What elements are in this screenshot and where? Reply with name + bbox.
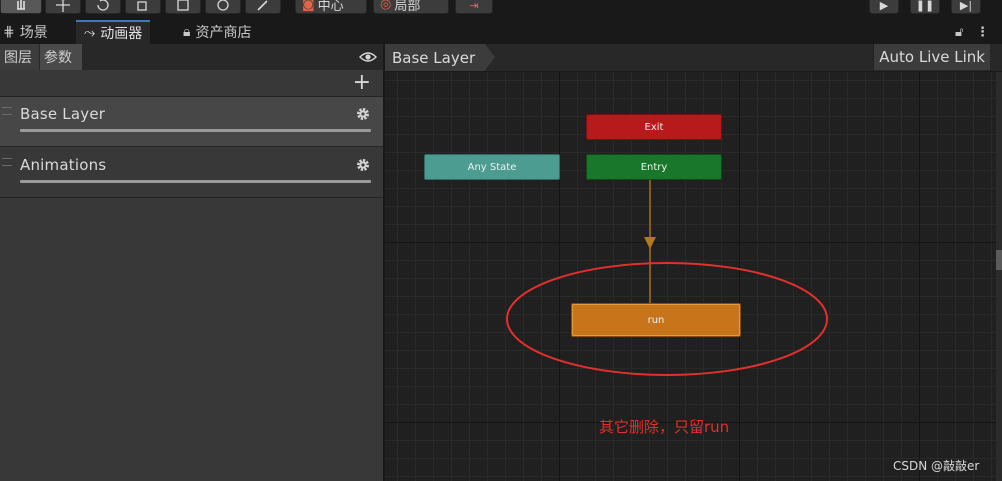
pivot-center-label: 中心	[317, 0, 344, 14]
add-layer-row: +	[0, 70, 383, 97]
layer-name: Animations	[20, 156, 107, 174]
eye-icon[interactable]	[359, 49, 377, 65]
layer-name: Base Layer	[20, 105, 106, 123]
scale-icon	[137, 1, 147, 11]
run-state-label: run	[647, 314, 665, 326]
move-icon	[56, 0, 70, 12]
breadcrumb[interactable]: Base Layer	[385, 44, 486, 71]
grid-icon: ⋕	[3, 24, 15, 40]
tab-asset-store[interactable]: 🔒︎ 资产商店	[183, 20, 251, 44]
play-button[interactable]: ▶	[869, 0, 899, 14]
bag-icon: 🔒︎	[183, 24, 191, 40]
layer-item-animations[interactable]: Animations	[0, 148, 383, 198]
gear-icon[interactable]	[355, 157, 371, 173]
scale-tool-button[interactable]	[125, 0, 161, 14]
pivot-icon: ◙	[302, 0, 315, 12]
pivot-local-label: 局部	[394, 0, 421, 14]
move-tool-button[interactable]	[45, 0, 81, 14]
tab-animator[interactable]: ⤳ 动画器	[76, 20, 151, 44]
rect-icon	[177, 0, 189, 11]
any-state-node-label: Any State	[467, 161, 517, 173]
exit-node[interactable]: Exit	[586, 114, 722, 140]
hand-tool-button[interactable]	[0, 0, 42, 14]
step-icon: ▶|	[959, 0, 973, 12]
any-state-node[interactable]: Any State	[424, 154, 560, 180]
rotate-tool-button[interactable]	[85, 0, 121, 14]
rotate-icon	[97, 0, 109, 11]
step-button[interactable]: ▶|	[951, 0, 981, 14]
layers-panel: 图层 参数 + Base Layer Animations	[0, 44, 383, 481]
transform-icon	[217, 0, 229, 11]
pivot-center-button[interactable]: ◙ 中心	[295, 0, 367, 14]
auto-live-link-button[interactable]: Auto Live Link	[873, 44, 990, 70]
transition-arrow-icon	[644, 237, 656, 249]
snap-icon: ⇥	[469, 0, 479, 12]
tab-layers-label: 图层	[4, 50, 32, 66]
watermark-text: CSDN @敲敲er	[893, 459, 980, 473]
layer-weight-slider[interactable]	[20, 180, 371, 183]
tab-layers[interactable]: 图层	[0, 44, 39, 70]
layer-item-base-layer[interactable]: Base Layer	[0, 97, 383, 147]
main-toolbar: ◙ 中心 ◎ 局部 ⇥ ▶ ❚❚ ▶|	[0, 0, 1002, 20]
transform-tool-button[interactable]	[205, 0, 241, 14]
tab-scene[interactable]: ⋕ 场景	[3, 20, 48, 44]
tab-parameters[interactable]: 参数	[40, 44, 82, 70]
tab-asset-store-label: 资产商店	[195, 25, 252, 41]
pause-button[interactable]: ❚❚	[910, 0, 940, 14]
add-layer-button[interactable]: +	[353, 72, 371, 94]
drag-handle-icon[interactable]	[2, 107, 12, 115]
animator-icon: ⤳	[84, 25, 96, 41]
graph-scrollbar[interactable]	[996, 72, 1002, 481]
snap-button[interactable]: ⇥	[455, 0, 493, 14]
pause-icon: ❚❚	[915, 0, 935, 12]
entry-node-label: Entry	[640, 161, 668, 173]
state-machine-graph[interactable]: Exit Any State Entry run 其它删除，只留run CSDN…	[385, 72, 996, 481]
auto-live-link-label: Auto Live Link	[879, 48, 985, 66]
play-icon: ▶	[879, 0, 889, 12]
exit-node-label: Exit	[644, 121, 664, 133]
tab-animator-label: 动画器	[100, 26, 143, 42]
lock-icon[interactable]: 🔓︎	[955, 20, 963, 44]
custom-tool-button[interactable]	[245, 0, 281, 14]
tab-scene-label: 场景	[19, 25, 48, 41]
run-state-node[interactable]: run	[571, 303, 741, 337]
more-menu-icon[interactable]: ⋮	[976, 20, 989, 44]
local-icon: ◎	[380, 0, 392, 12]
pivot-local-button[interactable]: ◎ 局部	[373, 0, 449, 14]
drag-handle-icon[interactable]	[2, 158, 12, 166]
breadcrumb-label: Base Layer	[392, 48, 476, 67]
scrollbar-thumb[interactable]	[996, 250, 1002, 270]
wrench-icon	[257, 0, 268, 11]
tab-parameters-label: 参数	[44, 50, 72, 66]
breadcrumb-arrow-icon	[485, 44, 495, 70]
graph-header: Base Layer Auto Live Link	[385, 44, 1002, 72]
entry-node[interactable]: Entry	[586, 154, 722, 180]
hand-icon	[17, 0, 25, 10]
gear-icon[interactable]	[355, 106, 371, 122]
layer-weight-slider[interactable]	[20, 129, 371, 132]
rect-tool-button[interactable]	[165, 0, 201, 14]
annotation-text: 其它删除，只留run	[599, 418, 730, 436]
window-tab-bar: ⋕ 场景 ⤳ 动画器 🔒︎ 资产商店	[0, 20, 1002, 44]
layers-params-tabs: 图层 参数	[0, 44, 383, 71]
